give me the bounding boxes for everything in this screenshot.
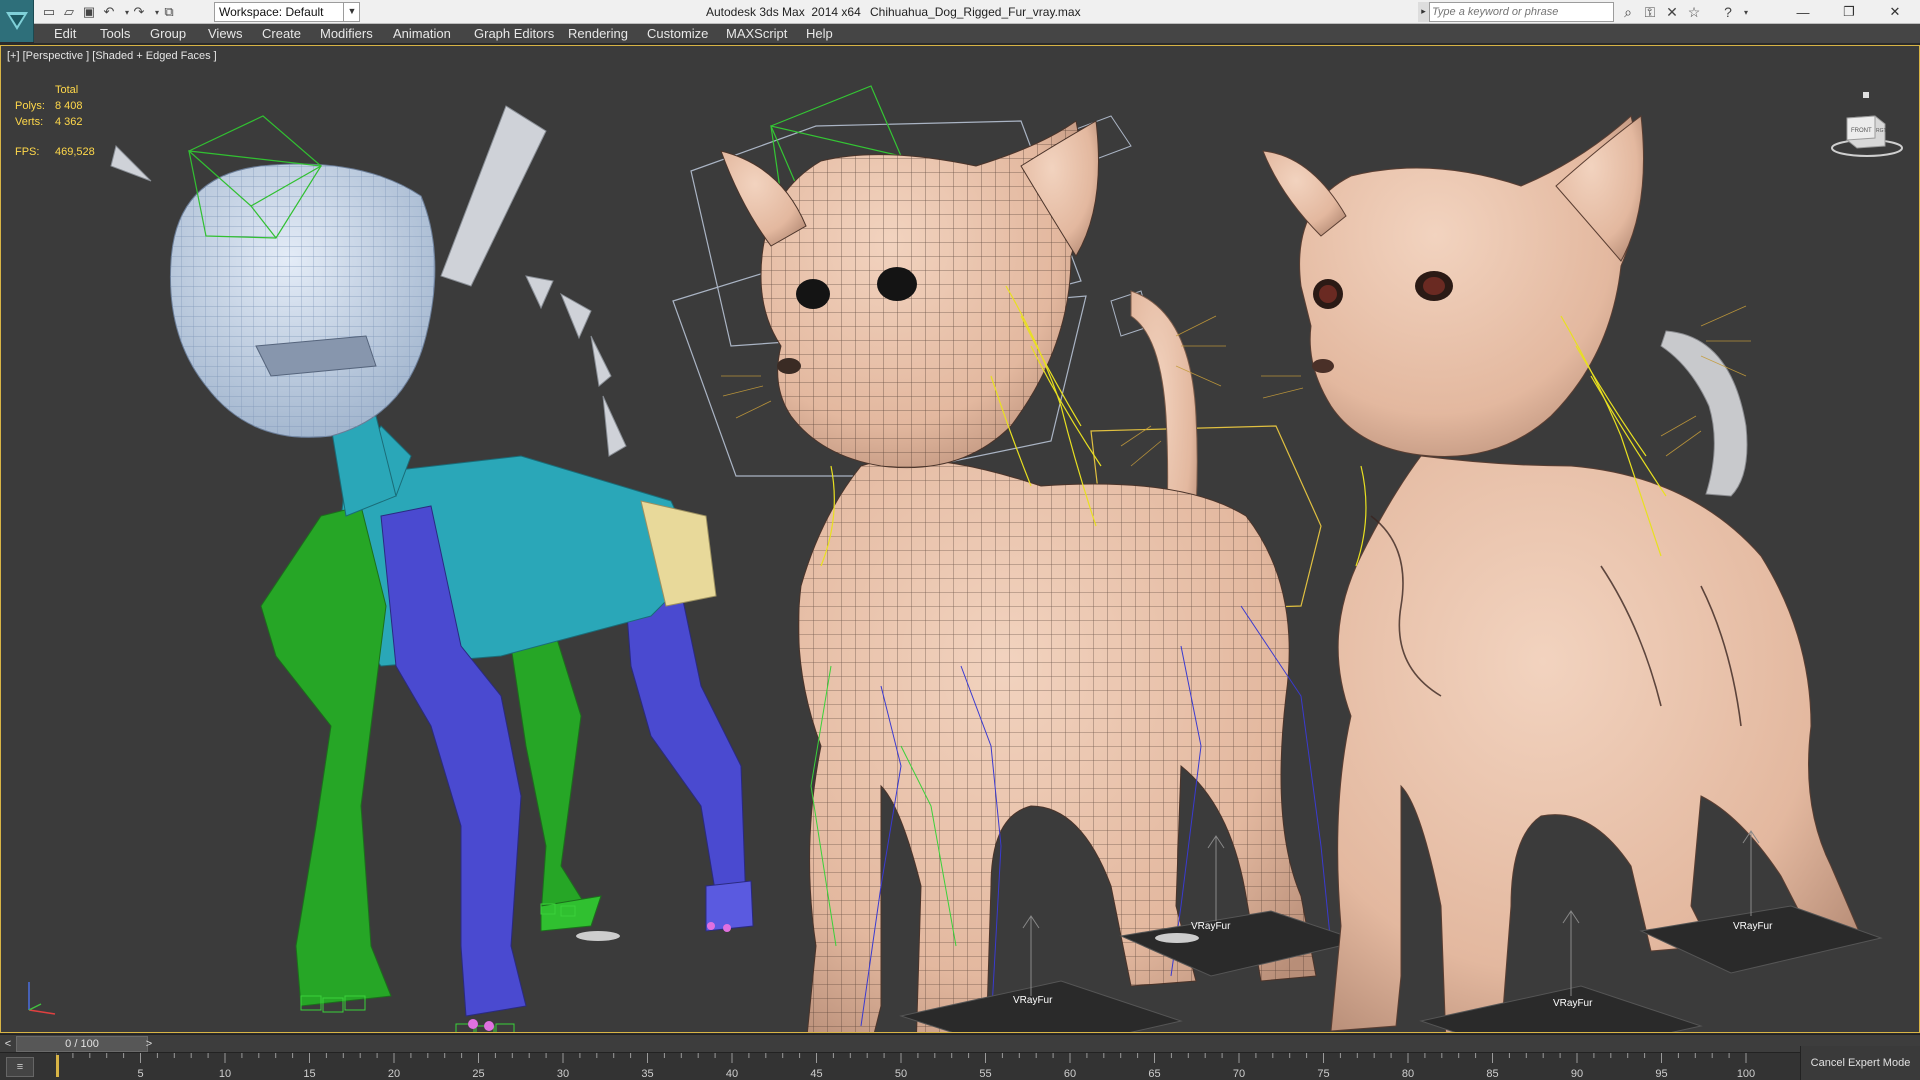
ruler-tick-label: 30 xyxy=(557,1068,569,1080)
time-slider[interactable]: < 0 / 100 > xyxy=(0,1034,1920,1052)
axis-tripod-icon xyxy=(28,982,56,1015)
ruler-tick-label: 100 xyxy=(1737,1068,1755,1080)
menu-animation[interactable]: Animation xyxy=(393,24,451,44)
ruler-tick-label: 70 xyxy=(1233,1068,1245,1080)
menu-create[interactable]: Create xyxy=(262,24,301,44)
menu-graph-editors[interactable]: Graph Editors xyxy=(474,24,554,44)
time-slider-thumb[interactable]: 0 / 100 xyxy=(16,1036,148,1052)
vrayfur-label: VRayFur xyxy=(1733,921,1773,932)
restore-icon[interactable]: ❐ xyxy=(1826,0,1872,24)
current-frame-marker[interactable] xyxy=(56,1055,59,1077)
menu-tools[interactable]: Tools xyxy=(100,24,130,44)
ruler-tick-label: 5 xyxy=(137,1068,143,1080)
favorites-icon[interactable]: ☆ xyxy=(1684,3,1704,21)
polys-value: 8 408 xyxy=(55,100,83,112)
frame-ruler[interactable]: 5 10 15 20 25 30 35 40 45 50 55 60 65 70 75 80 85 90 95 100 xyxy=(56,1053,1796,1080)
mesh-dog[interactable]: VRayFur VRayFur xyxy=(672,85,1363,1032)
new-icon[interactable]: ▭ xyxy=(40,3,58,21)
menu-bar: Edit Tools Group Views Create Modifiers … xyxy=(34,24,1920,44)
time-slider-next-icon[interactable]: > xyxy=(142,1036,156,1052)
ruler-tick-label: 45 xyxy=(810,1068,822,1080)
ruler-tick-label: 75 xyxy=(1317,1068,1329,1080)
scene-canvas[interactable]: VRayFur VRayFur VRayFur VRayFur xyxy=(1,46,1919,1032)
menu-edit[interactable]: Edit xyxy=(54,24,76,44)
viewcube-front-label: FRONT xyxy=(1851,128,1872,134)
ruler-tick-label: 40 xyxy=(726,1068,738,1080)
vrayfur-label: VRayFur xyxy=(1191,921,1231,932)
undo-icon[interactable]: ↶ xyxy=(100,3,118,21)
close-icon[interactable]: ✕ xyxy=(1872,0,1918,24)
shaded-dog[interactable]: VRayFur VRayFur xyxy=(1261,115,1883,1032)
title-bar: ▭ ▱ ▣ ↶ ▾ ↷ ▾ ⧉ Workspace: Default ▼ Aut… xyxy=(0,0,1920,24)
track-icon[interactable]: ≡ xyxy=(6,1057,34,1077)
verts-label: Verts: xyxy=(15,116,44,128)
time-slider-prev-icon[interactable]: < xyxy=(2,1036,14,1052)
verts-value: 4 362 xyxy=(55,116,83,128)
workspace-select[interactable]: Workspace: Default xyxy=(214,2,360,22)
menu-modifiers[interactable]: Modifiers xyxy=(320,24,373,44)
fps-value: 469,528 xyxy=(55,146,95,158)
ruler-tick-label: 10 xyxy=(219,1068,231,1080)
ruler-tick-label: 60 xyxy=(1064,1068,1076,1080)
menu-views[interactable]: Views xyxy=(208,24,242,44)
ruler-tick-label: 50 xyxy=(895,1068,907,1080)
help-dropdown-icon[interactable]: ▾ xyxy=(1736,3,1756,21)
ruler-tick-label: 95 xyxy=(1655,1068,1667,1080)
viewport-statistics: Total Polys: 8 408 Verts: 4 362 FPS: 469,52… xyxy=(15,82,95,160)
minimize-icon[interactable]: — xyxy=(1780,0,1826,24)
subscription-icon[interactable]: ⚿ xyxy=(1640,3,1660,21)
menu-customize[interactable]: Customize xyxy=(647,24,708,44)
fps-label: FPS: xyxy=(15,146,40,158)
search-input[interactable] xyxy=(1432,4,1610,20)
viewport-label[interactable]: [+] [Perspective ] [Shaded + Edged Faces… xyxy=(7,50,217,62)
ruler-tick-label: 90 xyxy=(1571,1068,1583,1080)
perspective-viewport[interactable]: VRayFur VRayFur VRayFur VRayFur [+] [Per… xyxy=(0,45,1920,1033)
help-icon[interactable]: ? xyxy=(1718,3,1738,21)
viewcube-icon[interactable]: FRONT RGT xyxy=(1829,86,1905,166)
ruler-tick-label: 55 xyxy=(979,1068,991,1080)
menu-group[interactable]: Group xyxy=(150,24,186,44)
ruler-tick-label: 20 xyxy=(388,1068,400,1080)
ruler-tick-label: 80 xyxy=(1402,1068,1414,1080)
search-expand-icon[interactable]: ▸ xyxy=(1418,2,1430,22)
vrayfur-label: VRayFur xyxy=(1013,995,1053,1006)
track-bar[interactable]: ≡ 5 10 15 20 25 30 35 40 45 50 55 60 65 70 75 80 85 90 95 1… xyxy=(0,1052,1920,1080)
file-name: Chihuahua_Dog_Rigged_Fur_vray.max xyxy=(870,5,1081,19)
project-icon[interactable]: ⧉ xyxy=(160,3,178,21)
binoculars-icon[interactable]: ⌕ xyxy=(1618,3,1638,21)
chevron-down-icon[interactable]: ▼ xyxy=(343,2,360,22)
open-icon[interactable]: ▱ xyxy=(60,3,78,21)
rig-dog[interactable] xyxy=(110,105,754,1032)
ruler-tick-label: 65 xyxy=(1148,1068,1160,1080)
save-icon[interactable]: ▣ xyxy=(80,3,98,21)
communication-icon[interactable]: ✕ xyxy=(1662,3,1682,21)
redo-icon[interactable]: ↷ xyxy=(130,3,148,21)
ruler-tick-label: 35 xyxy=(641,1068,653,1080)
polys-label: Polys: xyxy=(15,100,45,112)
cancel-expert-mode-button[interactable]: Cancel Expert Mode xyxy=(1800,1046,1920,1080)
menu-maxscript[interactable]: MAXScript xyxy=(726,24,787,44)
menu-help[interactable]: Help xyxy=(806,24,833,44)
max-logo-icon[interactable] xyxy=(0,0,34,42)
ruler-tick-label: 15 xyxy=(303,1068,315,1080)
viewcube-right-label: RGT xyxy=(1876,128,1887,134)
ruler-tick-label: 25 xyxy=(472,1068,484,1080)
app-title: Autodesk 3ds Max 2014 x64 xyxy=(706,5,861,19)
vrayfur-label: VRayFur xyxy=(1553,998,1593,1009)
ruler-tick-label: 85 xyxy=(1486,1068,1498,1080)
menu-rendering[interactable]: Rendering xyxy=(568,24,628,44)
stats-header: Total xyxy=(55,84,79,96)
